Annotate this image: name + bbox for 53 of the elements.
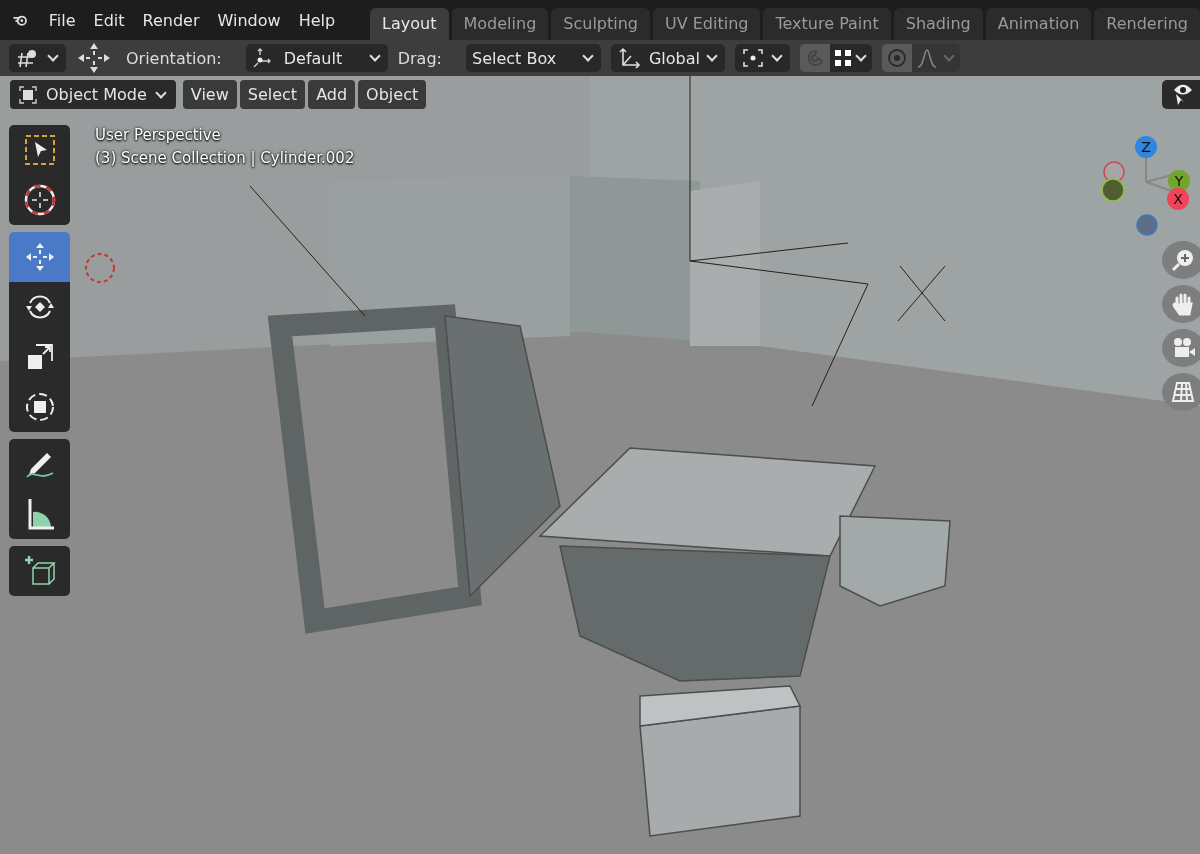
tool-button[interactable] [9,489,70,539]
pivot-point-icon [740,47,765,69]
menu-item[interactable]: File [40,10,84,30]
viewport-menu[interactable]: Select [239,80,306,109]
tool-button[interactable] [9,282,70,332]
orientation-label: Orientation: [126,48,222,68]
hand-icon [1170,291,1196,317]
workspace-tab[interactable]: Layout [370,8,449,40]
tool-button[interactable] [9,125,70,175]
menu-item[interactable]: Render [134,10,208,30]
workspace-tab[interactable]: Modeling [451,8,549,40]
workspace-tab[interactable]: Rendering [1094,8,1200,40]
mode-dropdown[interactable]: Object Mode [10,80,176,109]
select-box-icon [22,133,57,167]
zoom-icon [1170,247,1196,273]
target-icon [885,47,908,69]
pivot-dropdown[interactable] [734,44,790,72]
cursor-icon [22,183,57,217]
axis-gizmo[interactable]: Z Y X [1084,127,1194,247]
object-icon [18,84,38,105]
drag-dropdown[interactable]: Select Box [465,44,601,72]
orientation-dropdown[interactable]: Default [245,44,388,72]
add-cube-icon [22,554,57,588]
workspace-tab[interactable]: Texture Paint [763,8,891,40]
move-icon [76,41,112,75]
proportional-toggle[interactable] [881,44,912,72]
tool-dropdown[interactable] [9,44,66,72]
visibility-dropdown[interactable] [1162,80,1200,109]
drag-label: Drag: [397,48,442,68]
viewport-info-text: (3) Scene Collection | Cylinder.002 [95,149,355,167]
snap-dropdown[interactable] [829,44,872,72]
workspace-tab[interactable]: Sculpting [551,8,650,40]
grid-icon [833,49,852,67]
menu-item[interactable]: Help [290,10,344,30]
menu-item[interactable]: Window [209,10,289,30]
viewport-menu[interactable]: Object [358,80,427,109]
menu-item[interactable]: Edit [85,10,133,30]
3d-cursor-icon [85,253,115,283]
viewport-info-text: User Perspective [95,126,222,144]
tool-button[interactable] [9,382,70,432]
workspace-tab[interactable]: Animation [985,8,1092,40]
tool-button[interactable] [9,439,70,489]
workspace-tab[interactable]: UV Editing [653,8,761,40]
tool-button[interactable] [9,546,70,596]
viewport-menu[interactable]: Add [308,80,356,109]
viewport-menu[interactable]: View [182,80,237,109]
grid-icon [1170,379,1196,405]
snap-toggle[interactable] [799,44,830,72]
tool-button[interactable] [9,175,70,225]
transform-orientation-dropdown[interactable]: Global [610,44,725,72]
falloff-dropdown[interactable] [911,44,960,72]
workspace-tab[interactable]: Shading [893,8,983,40]
axes-icon [616,46,643,70]
